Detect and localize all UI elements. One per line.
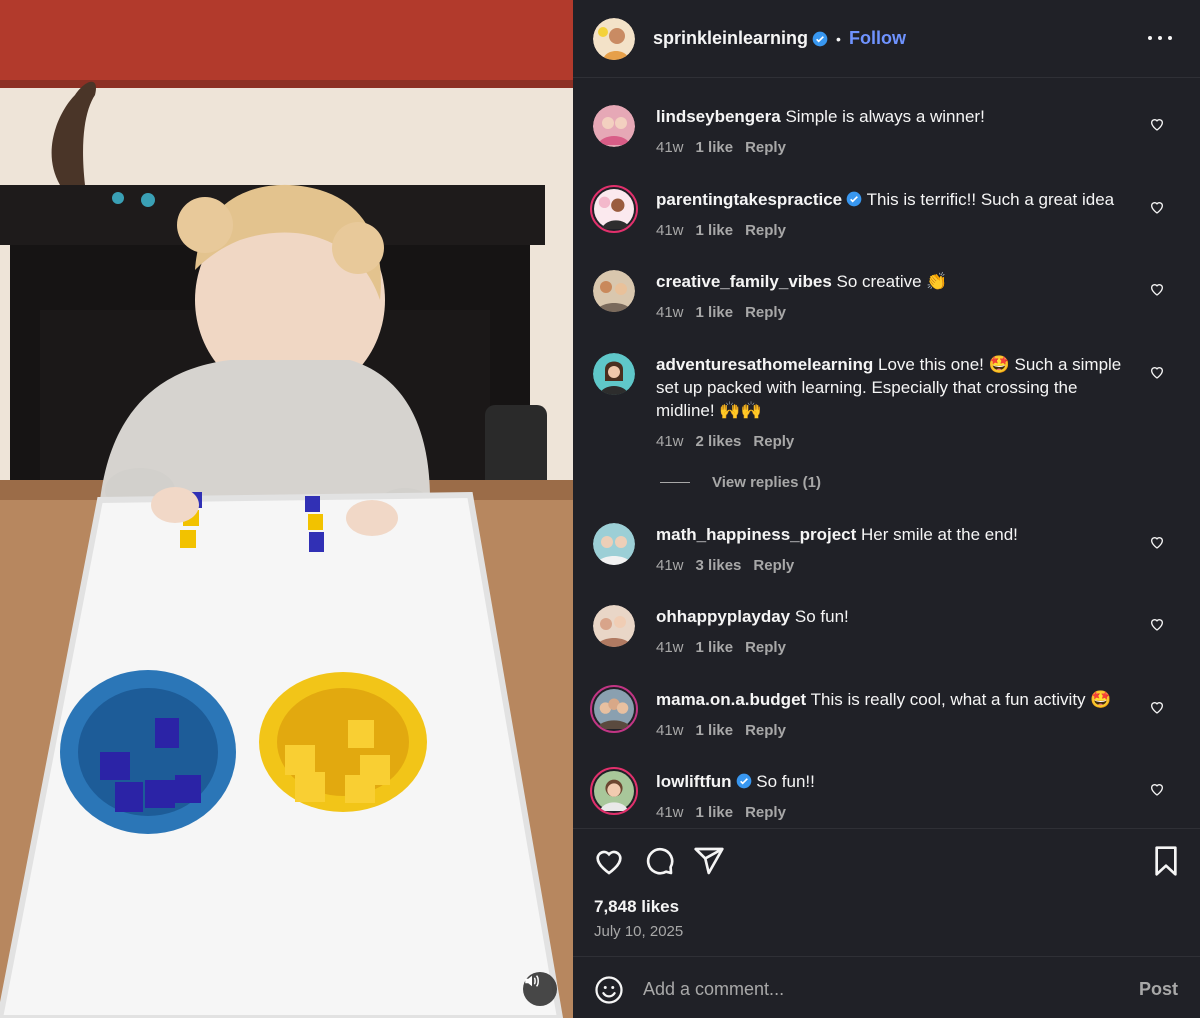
comment-likes[interactable]: 1 like <box>696 722 734 739</box>
view-replies-button[interactable]: View replies (1) <box>660 474 821 491</box>
share-icon[interactable] <box>693 845 725 877</box>
comment-likes[interactable]: 2 likes <box>696 433 742 450</box>
comment-meta: 41w 3 likes Reply <box>656 557 806 574</box>
comment-username[interactable]: creative_family_vibes <box>656 272 832 291</box>
author-username[interactable]: sprinkleinlearning <box>653 28 808 49</box>
reply-button[interactable]: Reply <box>745 139 786 156</box>
verified-badge-icon <box>736 773 751 789</box>
comment-time[interactable]: 41w <box>656 433 684 450</box>
comment-input[interactable] <box>643 974 1113 1004</box>
emoji-smiley-icon[interactable] <box>594 975 624 1005</box>
comment-text: So fun! <box>794 607 849 626</box>
reply-button[interactable]: Reply <box>753 557 794 574</box>
comment-time[interactable]: 41w <box>656 804 684 821</box>
comment-username[interactable]: adventuresathomelearning <box>656 355 873 374</box>
commenter-avatar[interactable] <box>593 105 635 147</box>
comment-likes[interactable]: 1 like <box>696 304 734 321</box>
comment-username[interactable]: lindseybengera <box>656 107 781 126</box>
comment-username[interactable]: lowliftfun <box>656 772 732 791</box>
author-avatar[interactable] <box>593 17 635 60</box>
comment-likes[interactable]: 1 like <box>696 804 734 821</box>
comment-bubble-icon[interactable] <box>643 845 675 877</box>
like-comment-heart-icon[interactable] <box>1149 116 1165 132</box>
comment-username[interactable]: parentingtakespractice <box>656 190 842 209</box>
like-comment-heart-icon[interactable] <box>1149 699 1165 715</box>
comment-meta: 41w 1 like Reply <box>656 639 798 656</box>
comment-text: This is terrific!! Such a great idea <box>866 190 1115 209</box>
commenter-avatar[interactable] <box>593 353 635 395</box>
comment-meta: 41w 1 like Reply <box>656 139 798 156</box>
commenter-avatar[interactable] <box>593 605 635 647</box>
speaker-icon <box>525 975 539 987</box>
like-comment-heart-icon[interactable] <box>1149 616 1165 632</box>
commenter-avatar[interactable] <box>593 270 635 312</box>
post-media[interactable] <box>0 0 573 1018</box>
commenter-avatar[interactable] <box>593 523 635 565</box>
comment-text: Her smile at the end! <box>861 525 1018 544</box>
follow-button[interactable]: Follow <box>849 28 906 49</box>
view-replies-divider <box>660 482 690 483</box>
like-comment-heart-icon[interactable] <box>1149 281 1165 297</box>
save-bookmark-icon[interactable] <box>1150 845 1182 877</box>
video-frame <box>0 0 573 1018</box>
comment-meta: 41w 1 like Reply <box>656 304 798 321</box>
post-comment-button[interactable]: Post <box>1139 979 1178 1000</box>
post-side-panel: sprinkleinlearning • Follow lindseybenge… <box>573 0 1200 1018</box>
view-replies-label: View replies (1) <box>712 474 821 491</box>
comment-time[interactable]: 41w <box>656 557 684 574</box>
verified-badge-icon <box>846 191 862 207</box>
comment-meta: 41w 1 like Reply <box>656 222 798 239</box>
reply-button[interactable]: Reply <box>753 433 794 450</box>
comment-time[interactable]: 41w <box>656 639 684 656</box>
comment-meta: 41w 1 like Reply <box>656 804 798 821</box>
reply-button[interactable]: Reply <box>745 639 786 656</box>
like-comment-heart-icon[interactable] <box>1149 199 1165 215</box>
comment-meta: 41w 1 like Reply <box>656 722 798 739</box>
post-actions: 7,848 likes July 10, 2025 <box>573 828 1200 956</box>
commenter-avatar[interactable] <box>590 767 638 815</box>
post-likes-count[interactable]: 7,848 likes <box>594 897 679 917</box>
comment-username[interactable]: math_happiness_project <box>656 525 856 544</box>
comments-list[interactable]: lindseybengera Simple is always a winner… <box>573 79 1200 827</box>
comment-username[interactable]: ohhappyplayday <box>656 607 790 626</box>
reply-button[interactable]: Reply <box>745 804 786 821</box>
commenter-avatar[interactable] <box>590 185 638 233</box>
comment-time[interactable]: 41w <box>656 222 684 239</box>
like-heart-icon[interactable] <box>593 845 625 877</box>
comment-likes[interactable]: 1 like <box>696 139 734 156</box>
audio-toggle-button[interactable] <box>523 972 557 1006</box>
comment-text: So fun!! <box>756 772 815 791</box>
commenter-avatar[interactable] <box>590 685 638 733</box>
comment-username[interactable]: mama.on.a.budget <box>656 690 806 709</box>
post-header: sprinkleinlearning • Follow <box>573 0 1200 78</box>
comment-meta: 41w 2 likes Reply <box>656 433 806 450</box>
comment-likes[interactable]: 1 like <box>696 639 734 656</box>
comment-text: Simple is always a winner! <box>785 107 985 126</box>
comment-time[interactable]: 41w <box>656 139 684 156</box>
comment-time[interactable]: 41w <box>656 722 684 739</box>
like-comment-heart-icon[interactable] <box>1149 364 1165 380</box>
post-viewer: sprinkleinlearning • Follow lindseybenge… <box>0 0 1200 1018</box>
comment-text: This is really cool, what a fun activity… <box>810 690 1112 709</box>
post-date[interactable]: July 10, 2025 <box>594 923 683 940</box>
comment-likes[interactable]: 3 likes <box>696 557 742 574</box>
header-separator: • <box>836 30 841 47</box>
add-comment-bar: Post <box>573 956 1200 1018</box>
verified-badge-icon <box>812 31 828 46</box>
like-comment-heart-icon[interactable] <box>1149 534 1165 550</box>
reply-button[interactable]: Reply <box>745 304 786 321</box>
comment-likes[interactable]: 1 like <box>696 222 734 239</box>
comment-time[interactable]: 41w <box>656 304 684 321</box>
reply-button[interactable]: Reply <box>745 222 786 239</box>
reply-button[interactable]: Reply <box>745 722 786 739</box>
comment-text: So creative 👏 <box>836 272 948 291</box>
more-options-icon[interactable] <box>1148 28 1172 48</box>
like-comment-heart-icon[interactable] <box>1149 781 1165 797</box>
